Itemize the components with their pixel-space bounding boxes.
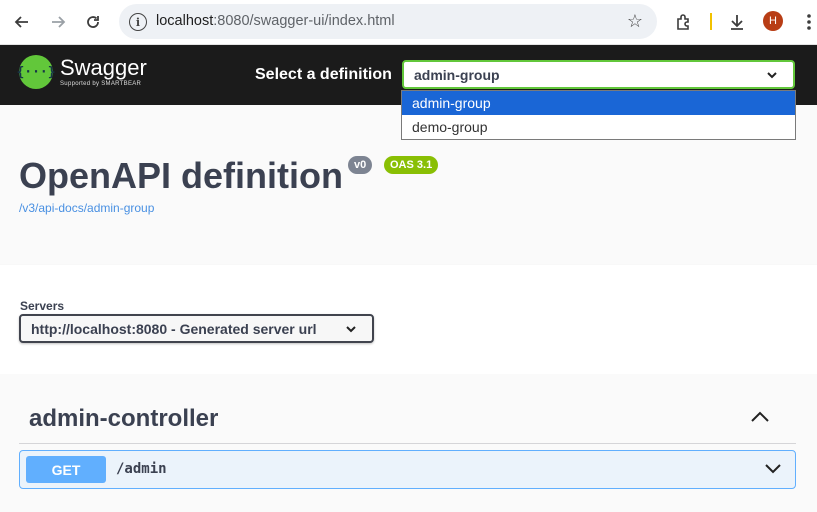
chevron-down-icon bbox=[346, 326, 356, 333]
definition-label: Select a definition bbox=[255, 66, 392, 83]
back-icon[interactable] bbox=[8, 8, 36, 36]
definition-option-demo-group[interactable]: demo-group bbox=[402, 115, 795, 139]
version-badge: v0 bbox=[348, 156, 373, 174]
operations-section: admin-controller GET /admin bbox=[0, 374, 817, 512]
url-text: localhost:8080/swagger-ui/index.html bbox=[156, 13, 395, 29]
profile-avatar[interactable]: H bbox=[763, 11, 783, 31]
http-method-badge: GET bbox=[26, 456, 106, 483]
toolbar-separator bbox=[710, 13, 712, 30]
definition-option-admin-group[interactable]: admin-group bbox=[402, 91, 795, 115]
logo-title: Swagger bbox=[60, 55, 147, 80]
servers-selected-value: http://localhost:8080 - Generated server… bbox=[31, 320, 317, 337]
menu-icon[interactable] bbox=[795, 8, 817, 36]
browser-toolbar: i localhost:8080/swagger-ui/index.html ☆… bbox=[0, 0, 817, 45]
swagger-logo[interactable]: {···} Swagger Supported by SMARTBEAR bbox=[16, 55, 147, 89]
operation-get-admin[interactable]: GET /admin bbox=[19, 450, 796, 489]
page-title: OpenAPI definition bbox=[19, 155, 343, 196]
swagger-logo-icon: {···} bbox=[16, 55, 56, 89]
chevron-down-icon[interactable] bbox=[763, 460, 783, 478]
extensions-icon[interactable] bbox=[670, 8, 698, 36]
site-info-icon[interactable]: i bbox=[129, 13, 147, 31]
download-icon[interactable] bbox=[723, 8, 751, 36]
logo-subtitle: Supported by SMARTBEAR bbox=[60, 81, 142, 87]
reload-icon[interactable] bbox=[79, 8, 107, 36]
servers-section: Servers http://localhost:8080 - Generate… bbox=[0, 265, 817, 374]
servers-select[interactable]: http://localhost:8080 - Generated server… bbox=[19, 314, 374, 343]
chevron-down-icon bbox=[767, 72, 777, 79]
definition-select[interactable]: admin-group bbox=[402, 60, 795, 89]
api-docs-link[interactable]: /v3/api-docs/admin-group bbox=[19, 201, 154, 215]
definition-selected-value: admin-group bbox=[414, 66, 500, 83]
oas-badge: OAS 3.1 bbox=[384, 156, 439, 174]
definition-dropdown-list: admin-group demo-group bbox=[401, 90, 796, 140]
tag-divider bbox=[19, 443, 796, 444]
forward-icon[interactable] bbox=[44, 8, 72, 36]
operation-path: /admin bbox=[116, 461, 167, 477]
address-bar[interactable]: i localhost:8080/swagger-ui/index.html ☆ bbox=[119, 4, 657, 39]
chevron-up-icon[interactable] bbox=[749, 408, 771, 426]
bookmark-star-icon[interactable]: ☆ bbox=[627, 11, 643, 32]
servers-label: Servers bbox=[20, 299, 65, 313]
tag-title[interactable]: admin-controller bbox=[29, 405, 218, 433]
